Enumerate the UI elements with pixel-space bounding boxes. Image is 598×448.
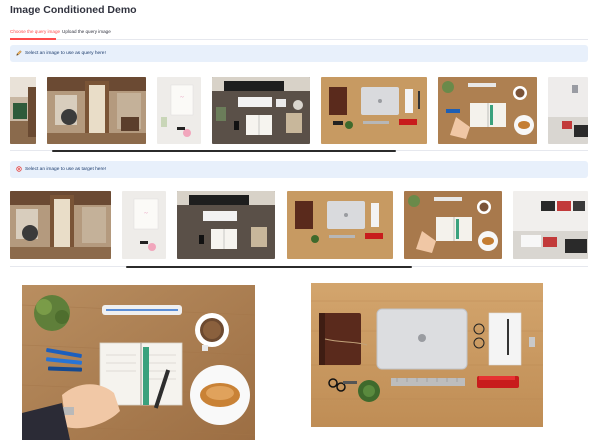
query-thumbnail-5[interactable] — [321, 77, 427, 144]
tab-bar: Choose the query image Upload the query … — [10, 29, 588, 40]
query-thumbnail-7[interactable] — [548, 77, 588, 144]
query-instruction-text: Select an image to use as query here! — [25, 51, 106, 56]
target-thumbnail-2[interactable]: ~ — [122, 191, 166, 259]
query-gallery-scrollbar[interactable] — [52, 149, 396, 152]
page-title: Image Conditioned Demo — [10, 4, 137, 16]
tab-choose-query-image[interactable]: Choose the query image — [10, 29, 60, 34]
selected-query-image — [22, 285, 255, 440]
target-icon — [16, 165, 22, 174]
target-thumbnail-6[interactable] — [513, 191, 588, 259]
query-image-gallery: ~ — [10, 77, 588, 144]
query-thumbnail-3[interactable]: ~ — [157, 77, 201, 144]
active-tab-indicator — [10, 38, 56, 40]
tab-upload-query-image[interactable]: Upload the query image — [62, 29, 111, 34]
query-thumbnail-6[interactable] — [438, 77, 537, 144]
selected-target-image — [311, 283, 543, 427]
query-instruction-alert: Select an image to use as query here! — [10, 45, 588, 62]
query-thumbnail-1[interactable] — [10, 77, 36, 144]
target-thumbnail-1[interactable] — [10, 191, 111, 259]
target-gallery-scrollbar[interactable] — [126, 265, 412, 268]
pencil-icon — [16, 49, 22, 58]
target-thumbnail-3[interactable] — [177, 191, 275, 259]
target-thumbnail-4[interactable] — [287, 191, 393, 259]
target-thumbnail-5[interactable] — [404, 191, 502, 259]
target-instruction-text: Select an image to use as target here! — [25, 167, 107, 172]
query-thumbnail-4[interactable] — [212, 77, 310, 144]
query-thumbnail-2[interactable] — [47, 77, 146, 144]
target-instruction-alert: Select an image to use as target here! — [10, 161, 588, 178]
target-image-gallery: ~ — [10, 191, 588, 259]
